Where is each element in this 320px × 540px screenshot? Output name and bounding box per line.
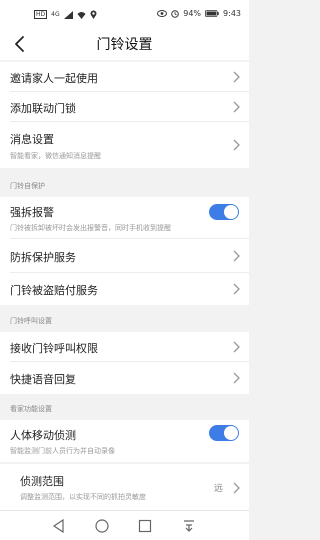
call-permission-row[interactable]: 接收门铃呼叫权限 [0,332,249,362]
wifi-icon [77,11,86,19]
chevron-right-icon [233,482,240,494]
detection-range-label: 侦测范围 [20,475,64,488]
motion-detection-row: 人体移动侦测 智能监测门前人员行为并自动录像 [0,420,249,462]
add-linked-lock-row[interactable]: 添加联动门锁 [0,92,249,122]
motion-detection-label: 人体移动侦测 [10,429,76,442]
invite-family-label: 邀请家人一起使用 [10,72,98,85]
theft-compensation-row[interactable]: 门铃被盗赔付服务 [0,273,249,305]
clock: 9:43 [223,9,241,18]
section-title: 门铃呼叫设置 [10,317,52,325]
section-home-watch: 看家功能设置 [0,398,249,420]
tamper-alarm-desc: 门铃被拆卸被坏时会发出报警音，同时手机收到提醒 [10,224,171,232]
signal-icon [63,10,73,19]
toggle-knob [224,426,238,440]
status-left: HD 4G [34,10,97,19]
detection-range-row[interactable]: 侦测范围 调整监测范围，以实现不同的抓拍灵敏度 远 [0,464,249,510]
app-header: 门铃设置 [0,28,249,60]
eye-icon [157,10,168,17]
motion-detection-desc: 智能监测门前人员行为并自动录像 [10,447,115,455]
section-call-settings: 门铃呼叫设置 [0,310,249,332]
nav-back-icon[interactable] [51,518,67,534]
section-title: 看家功能设置 [10,405,52,413]
quick-reply-label: 快捷语音回复 [10,373,76,386]
status-bar: HD 4G 94% 9:43 [0,0,249,28]
status-right: 94% 9:43 [157,9,241,18]
message-settings-label: 消息设置 [10,133,54,146]
call-permission-label: 接收门铃呼叫权限 [10,342,98,355]
tamper-alarm-label: 强拆报警 [10,206,54,219]
message-settings-row[interactable]: 消息设置 智能看家，微信通知消息提醒 [0,122,249,168]
tamper-alarm-row: 强拆报警 门铃被拆卸被坏时会发出报警音，同时手机收到提醒 [0,197,249,239]
chevron-right-icon [233,250,240,262]
tamper-alarm-toggle[interactable] [209,204,239,220]
chevron-right-icon [233,71,240,83]
chevron-right-icon [233,372,240,384]
message-settings-desc: 智能看家，微信通知消息提醒 [10,152,101,160]
chevron-right-icon [233,101,240,113]
page-title: 门铃设置 [96,37,153,53]
quick-reply-row[interactable]: 快捷语音回复 [0,362,249,394]
battery-percent: 94% [183,9,202,18]
chevron-right-icon [233,341,240,353]
nav-home-icon[interactable] [94,518,110,534]
location-icon [90,10,97,19]
section-self-protection: 门铃自保护 [0,175,249,197]
network-badge: 4G [51,11,60,18]
add-linked-lock-label: 添加联动门锁 [10,102,76,115]
toggle-knob [224,205,238,219]
chevron-right-icon [233,283,240,295]
anti-tamper-service-row[interactable]: 防拆保护服务 [0,239,249,273]
system-nav-bar [0,510,249,540]
theft-compensation-label: 门铃被盗赔付服务 [10,284,98,297]
detection-range-value: 远 [213,484,223,494]
section-title: 门铃自保护 [10,182,45,190]
battery-icon [205,10,219,17]
invite-family-row[interactable]: 邀请家人一起使用 [0,62,249,92]
nav-recent-icon[interactable] [137,518,153,534]
motion-detection-toggle[interactable] [209,425,239,441]
hd-badge: HD [34,10,48,19]
alarm-clock-icon [171,9,180,18]
chevron-right-icon [233,139,240,151]
nav-menu-icon[interactable] [181,518,197,534]
anti-tamper-service-label: 防拆保护服务 [10,251,76,264]
detection-range-desc: 调整监测范围，以实现不同的抓拍灵敏度 [20,493,146,501]
